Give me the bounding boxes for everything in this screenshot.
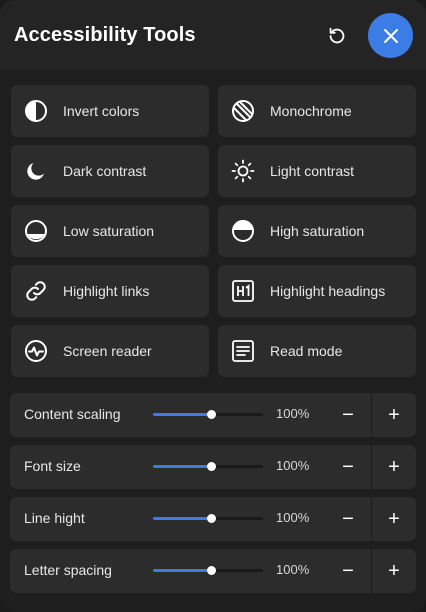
adjuster-label: Letter spacing bbox=[24, 562, 112, 578]
monochrome-icon bbox=[230, 98, 256, 124]
tool-label: Invert colors bbox=[63, 103, 140, 119]
line-height-slider[interactable] bbox=[153, 514, 263, 523]
dark-contrast-button[interactable]: Dark contrast bbox=[11, 145, 209, 197]
increase-button[interactable]: + bbox=[371, 445, 416, 489]
tool-label: High saturation bbox=[270, 223, 365, 239]
slider-thumb[interactable] bbox=[207, 410, 217, 419]
tool-label: Monochrome bbox=[270, 103, 352, 119]
adjuster-value: 100% bbox=[276, 458, 310, 473]
slider-fill bbox=[153, 569, 212, 572]
slider-thumb[interactable] bbox=[207, 514, 217, 523]
high-saturation-button[interactable]: High saturation bbox=[218, 205, 416, 257]
letter-spacing-slider[interactable] bbox=[153, 566, 263, 575]
reset-button[interactable] bbox=[322, 21, 352, 51]
close-button[interactable] bbox=[368, 13, 413, 58]
read-mode-icon bbox=[230, 338, 256, 364]
tool-label: Low saturation bbox=[63, 223, 155, 239]
decrease-button[interactable]: − bbox=[326, 497, 370, 541]
screen-reader-icon bbox=[23, 338, 49, 364]
tool-label: Highlight headings bbox=[270, 283, 386, 299]
tool-label: Screen reader bbox=[63, 343, 152, 359]
reset-icon bbox=[329, 27, 345, 44]
font-size-slider[interactable] bbox=[153, 462, 263, 471]
accessibility-panel: Accessibility Tools Invert colors Monoch… bbox=[0, 0, 426, 612]
slider-fill bbox=[153, 465, 212, 468]
sun-icon bbox=[230, 158, 256, 184]
highlight-links-button[interactable]: Highlight links bbox=[11, 265, 209, 317]
font-size-control: Font size 100% − + bbox=[10, 445, 416, 489]
adjuster-label: Line hight bbox=[24, 510, 85, 526]
slider-fill bbox=[153, 517, 212, 520]
invert-colors-icon bbox=[23, 98, 49, 124]
adjuster-value: 100% bbox=[276, 406, 310, 421]
low-saturation-button[interactable]: Low saturation bbox=[11, 205, 209, 257]
decrease-button[interactable]: − bbox=[326, 393, 370, 437]
decrease-button[interactable]: − bbox=[326, 445, 370, 489]
moon-icon bbox=[23, 158, 49, 184]
invert-colors-button[interactable]: Invert colors bbox=[11, 85, 209, 137]
highlight-headings-button[interactable]: Highlight headings bbox=[218, 265, 416, 317]
high-saturation-icon bbox=[230, 218, 256, 244]
slider-thumb[interactable] bbox=[207, 462, 217, 471]
content-scaling-control: Content scaling 100% − + bbox=[10, 393, 416, 437]
increase-button[interactable]: + bbox=[371, 393, 416, 437]
letter-spacing-control: Letter spacing 100% − + bbox=[10, 549, 416, 593]
increase-button[interactable]: + bbox=[371, 549, 416, 593]
close-icon bbox=[383, 28, 398, 43]
line-height-control: Line hight 100% − + bbox=[10, 497, 416, 541]
adjuster-label: Content scaling bbox=[24, 406, 121, 422]
slider-fill bbox=[153, 413, 212, 416]
decrease-button[interactable]: − bbox=[326, 549, 370, 593]
tool-label: Read mode bbox=[270, 343, 343, 359]
monochrome-button[interactable]: Monochrome bbox=[218, 85, 416, 137]
increase-button[interactable]: + bbox=[371, 497, 416, 541]
light-contrast-button[interactable]: Light contrast bbox=[218, 145, 416, 197]
read-mode-button[interactable]: Read mode bbox=[218, 325, 416, 377]
adjuster-value: 100% bbox=[276, 510, 310, 525]
panel-title: Accessibility Tools bbox=[14, 24, 196, 46]
adjuster-label: Font size bbox=[24, 458, 81, 474]
screen-reader-button[interactable]: Screen reader bbox=[11, 325, 209, 377]
tool-label: Light contrast bbox=[270, 163, 355, 179]
content-scaling-slider[interactable] bbox=[153, 410, 263, 419]
slider-thumb[interactable] bbox=[207, 566, 217, 575]
link-icon bbox=[23, 278, 49, 304]
panel-header: Accessibility Tools bbox=[0, 0, 426, 70]
tool-label: Dark contrast bbox=[63, 163, 147, 179]
low-saturation-icon bbox=[23, 218, 49, 244]
heading-icon bbox=[230, 278, 256, 304]
adjuster-value: 100% bbox=[276, 562, 310, 577]
tool-label: Highlight links bbox=[63, 283, 150, 299]
